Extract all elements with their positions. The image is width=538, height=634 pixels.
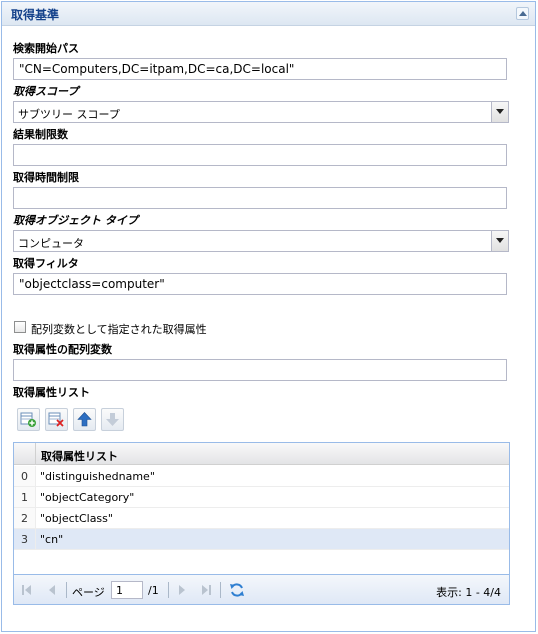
- table-row-selected[interactable]: 3 "cn": [14, 529, 509, 550]
- attr-array-label: 取得属性の配列変数: [13, 343, 112, 356]
- row-number: 0: [14, 466, 36, 486]
- filter-field[interactable]: "objectclass=computer": [13, 273, 507, 295]
- next-page-icon[interactable]: [176, 585, 188, 595]
- table-row[interactable]: 1 "objectCategory": [14, 487, 509, 508]
- delete-row-icon: [48, 412, 64, 427]
- time-limit-field[interactable]: [13, 187, 507, 209]
- page-number-input[interactable]: 1: [111, 581, 143, 599]
- add-row-icon: [20, 412, 36, 427]
- attr-array-field[interactable]: [13, 359, 507, 381]
- object-type-label: 取得オブジェクト タイプ: [13, 214, 138, 227]
- refresh-icon[interactable]: [229, 582, 245, 598]
- row-value: "cn": [40, 533, 64, 546]
- row-number-header: [14, 443, 36, 464]
- column-header[interactable]: 取得属性リスト: [41, 448, 118, 464]
- delete-row-button[interactable]: [45, 408, 68, 431]
- scope-label: 取得スコープ: [13, 85, 79, 98]
- page-total: /1: [148, 584, 159, 597]
- criteria-panel: 取得基準 検索開始パス "CN=Computers,DC=itpam,DC=ca…: [1, 1, 536, 632]
- array-checkbox[interactable]: [14, 321, 26, 333]
- first-page-icon[interactable]: [21, 585, 33, 595]
- page-word: ページ: [72, 586, 105, 599]
- grid-header: 取得属性リスト: [14, 443, 509, 465]
- result-limit-field[interactable]: [13, 144, 507, 166]
- time-limit-label: 取得時間制限: [13, 171, 79, 184]
- search-path-field[interactable]: "CN=Computers,DC=itpam,DC=ca,DC=local": [13, 58, 507, 80]
- result-limit-label: 結果制限数: [13, 128, 68, 141]
- row-number: 2: [14, 508, 36, 528]
- search-path-label: 検索開始パス: [13, 42, 79, 55]
- chevron-down-icon[interactable]: [491, 231, 508, 251]
- row-value: "objectClass": [40, 512, 113, 525]
- separator: [66, 582, 67, 598]
- move-up-button[interactable]: [73, 408, 96, 431]
- filter-label: 取得フィルタ: [13, 257, 79, 270]
- table-row[interactable]: 2 "objectClass": [14, 508, 509, 529]
- panel-header: 取得基準: [2, 2, 535, 26]
- object-type-select[interactable]: コンピュータ: [13, 230, 509, 252]
- row-value: "distinguishedname": [40, 470, 155, 483]
- scope-value: サブツリー スコープ: [18, 108, 120, 121]
- paging-toolbar: ページ 1 /1 表示: 1 - 4/4: [14, 574, 509, 604]
- row-number: 1: [14, 487, 36, 507]
- row-number: 3: [14, 529, 36, 549]
- last-page-icon[interactable]: [200, 585, 212, 595]
- separator: [220, 582, 221, 598]
- collapse-icon[interactable]: [516, 7, 529, 20]
- separator: [168, 582, 169, 598]
- move-down-icon: [106, 413, 119, 426]
- display-count: 表示: 1 - 4/4: [436, 586, 501, 599]
- add-row-button[interactable]: [17, 408, 40, 431]
- prev-page-icon[interactable]: [46, 585, 58, 595]
- row-value: "objectCategory": [40, 491, 135, 504]
- scope-select[interactable]: サブツリー スコープ: [13, 101, 509, 123]
- table-row[interactable]: 0 "distinguishedname": [14, 466, 509, 487]
- chevron-down-icon[interactable]: [491, 102, 508, 122]
- attr-grid: 取得属性リスト 0 "distinguishedname" 1 "objectC…: [13, 442, 510, 605]
- panel-title: 取得基準: [11, 8, 60, 22]
- move-down-button[interactable]: [101, 408, 124, 431]
- object-type-value: コンピュータ: [18, 237, 84, 250]
- attr-list-label: 取得属性リスト: [13, 386, 90, 399]
- array-checkbox-label: 配列変数として指定された取得属性: [31, 323, 207, 336]
- move-up-icon: [77, 412, 92, 427]
